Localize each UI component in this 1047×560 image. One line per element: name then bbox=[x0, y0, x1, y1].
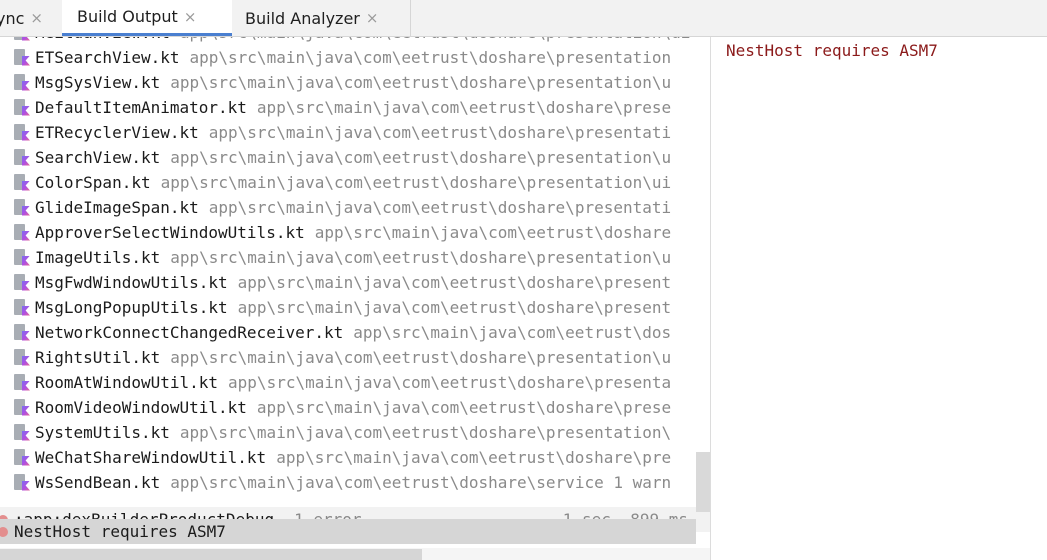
tab-build-output-label: Build Output bbox=[77, 7, 178, 26]
vertical-scrollbar[interactable] bbox=[696, 452, 710, 512]
file-path: app\src\main\java\com\eetrust\doshare\pr… bbox=[170, 248, 672, 267]
file-row[interactable]: RoomAtWindowUtil.kt app\src\main\java\com… bbox=[14, 370, 692, 395]
file-path: app\src\main\java\com\eetrust\doshare\pr… bbox=[208, 198, 672, 217]
file-name: ApproverSelectWindowUtils.kt bbox=[35, 223, 305, 242]
file-path: app\src\main\java\com\eetrust\doshare\pr… bbox=[276, 448, 672, 467]
file-path: app\src\main\java\com\eetrust\doshare\se… bbox=[170, 473, 672, 492]
error-row-label: NestHost requires ASM7 bbox=[14, 522, 226, 541]
file-path: app\src\main\java\com\eetrust\doshare\pr… bbox=[256, 398, 672, 417]
kotlin-file-icon bbox=[14, 173, 30, 192]
close-icon[interactable]: × bbox=[366, 9, 379, 27]
kotlin-file-icon bbox=[14, 73, 30, 92]
tab-build-analyzer-label: Build Analyzer bbox=[245, 8, 360, 28]
file-path: app\src\main\java\com\eetrust\doshare\pr… bbox=[237, 298, 672, 317]
file-name: RightsUtil.kt bbox=[35, 348, 161, 367]
tab-build-analyzer[interactable]: Build Analyzer × bbox=[232, 0, 412, 36]
kotlin-file-icon bbox=[14, 323, 30, 342]
kotlin-file-icon bbox=[14, 398, 30, 417]
file-name: MsgLongPopupUtils.kt bbox=[35, 298, 228, 317]
kotlin-file-icon bbox=[14, 123, 30, 142]
file-path: app\src\main\java\com\eetrust\doshare\pr… bbox=[256, 98, 672, 117]
file-name: ETRecyclerView.kt bbox=[35, 123, 199, 142]
file-path: app\src\main\java\com\eetrust\doshare\pr… bbox=[170, 148, 672, 167]
file-row[interactable]: MsgLongPopupUtils.kt app\src\main\java\co… bbox=[14, 295, 692, 320]
tab-build-output[interactable]: Build Output × bbox=[62, 0, 232, 36]
kotlin-file-icon bbox=[14, 423, 30, 442]
file-row[interactable]: RightsUtil.kt app\src\main\java\com\eetru… bbox=[14, 345, 692, 370]
tab-divider bbox=[410, 0, 411, 36]
file-name: ColorSpan.kt bbox=[35, 173, 151, 192]
file-row[interactable]: ApproverSelectWindowUtils.kt app\src\main… bbox=[14, 220, 692, 245]
error-icon bbox=[0, 526, 8, 537]
kotlin-file-icon bbox=[14, 223, 30, 242]
file-row[interactable]: ColorSpan.kt app\src\main\java\com\eetrus… bbox=[14, 170, 692, 195]
file-row[interactable]: SearchView.kt app\src\main\java\com\eetru… bbox=[14, 145, 692, 170]
file-path: app\src\main\java\com\eetrust\doshare bbox=[314, 223, 672, 242]
file-path: app\src\main\java\com\eetrust\doshare\pr… bbox=[180, 37, 691, 42]
tab-sync[interactable]: ync × bbox=[0, 0, 56, 36]
close-icon[interactable]: × bbox=[30, 9, 43, 27]
file-path: app\src\main\java\com\eetrust\doshare\pr… bbox=[208, 123, 672, 142]
file-name: ETSearchView.kt bbox=[35, 48, 180, 67]
close-icon[interactable]: × bbox=[184, 8, 197, 26]
kotlin-file-icon bbox=[14, 98, 30, 117]
error-detail-message: NestHost requires ASM7 bbox=[726, 41, 938, 60]
file-name: WeChatShareWindowUtil.kt bbox=[35, 448, 267, 467]
error-detail-panel: NestHost requires ASM7 bbox=[711, 37, 1047, 560]
file-name: MsgSysView.kt bbox=[35, 73, 161, 92]
file-row[interactable]: MsgSysView.kt app\src\main\java\com\eetru… bbox=[14, 70, 692, 95]
file-name: SearchView.kt bbox=[35, 148, 161, 167]
file-row[interactable]: MsgFwdWindowUtils.kt app\src\main\java\co… bbox=[14, 270, 692, 295]
kotlin-file-icon bbox=[14, 298, 30, 317]
file-path: app\src\main\java\com\eetrust\doshare\pr… bbox=[170, 348, 672, 367]
file-name: ImageUtils.kt bbox=[35, 248, 161, 267]
tab-sync-label: ync bbox=[0, 8, 25, 28]
file-row[interactable]: ETRecyclerView.kt app\src\main\java\com\e… bbox=[14, 120, 692, 145]
file-path: app\src\main\java\com\eetrust\doshare\pr… bbox=[179, 423, 672, 442]
kotlin-file-icon bbox=[14, 448, 30, 467]
kotlin-file-icon bbox=[14, 148, 30, 167]
file-name: RoomVideoWindowUtil.kt bbox=[35, 398, 247, 417]
file-name: SystemUtils.kt bbox=[35, 423, 170, 442]
file-path: app\src\main\java\com\eetrust\doshare\pr… bbox=[189, 48, 672, 67]
file-row[interactable]: WeChatShareWindowUtil.kt app\src\main\jav… bbox=[14, 445, 692, 470]
file-row[interactable]: SystemUtils.kt app\src\main\java\com\eetr… bbox=[14, 420, 692, 445]
file-row[interactable]: MeituanView.kt app\src\main\java\com\eetr… bbox=[14, 37, 692, 45]
kotlin-file-icon bbox=[14, 48, 30, 67]
file-name: MsgFwdWindowUtils.kt bbox=[35, 273, 228, 292]
kotlin-file-icon bbox=[14, 273, 30, 292]
kotlin-file-icon bbox=[14, 248, 30, 267]
file-name: DefaultItemAnimator.kt bbox=[35, 98, 247, 117]
kotlin-file-icon bbox=[14, 37, 30, 42]
file-name: MeituanView.kt bbox=[35, 37, 170, 42]
file-row[interactable]: RoomVideoWindowUtil.kt app\src\main\java\… bbox=[14, 395, 692, 420]
kotlin-file-icon bbox=[14, 373, 30, 392]
file-path: app\src\main\java\com\eetrust\dos bbox=[353, 323, 672, 342]
kotlin-file-icon bbox=[14, 198, 30, 217]
file-path: app\src\main\java\com\eetrust\doshare\pr… bbox=[170, 73, 672, 92]
file-path: app\src\main\java\com\eetrust\doshare\pr… bbox=[228, 373, 672, 392]
file-row[interactable]: ImageUtils.kt app\src\main\java\com\eetru… bbox=[14, 245, 692, 270]
file-row[interactable]: DefaultItemAnimator.kt app\src\main\java\… bbox=[14, 95, 692, 120]
file-path: app\src\main\java\com\eetrust\doshare\pr… bbox=[237, 273, 672, 292]
horizontal-scrollbar[interactable] bbox=[0, 549, 422, 560]
file-row[interactable]: WsSendBean.kt app\src\main\java\com\eetru… bbox=[14, 470, 692, 495]
file-name: GlideImageSpan.kt bbox=[35, 198, 199, 217]
file-name: NetworkConnectChangedReceiver.kt bbox=[35, 323, 344, 342]
file-name: RoomAtWindowUtil.kt bbox=[35, 373, 219, 392]
file-row[interactable]: ETSearchView.kt app\src\main\java\com\eet… bbox=[14, 45, 692, 70]
tool-window-tab-bar: ync × Build Output × Build Analyzer × bbox=[0, 0, 1047, 37]
file-path: app\src\main\java\com\eetrust\doshare\pr… bbox=[160, 173, 672, 192]
file-name: WsSendBean.kt bbox=[35, 473, 161, 492]
error-row-selected[interactable]: NestHost requires ASM7 bbox=[0, 519, 696, 544]
file-row[interactable]: NetworkConnectChangedReceiver.kt app\src\… bbox=[14, 320, 692, 345]
kotlin-file-icon bbox=[14, 348, 30, 367]
file-row[interactable]: GlideImageSpan.kt app\src\main\java\com\e… bbox=[14, 195, 692, 220]
kotlin-file-icon bbox=[14, 473, 30, 492]
build-output-tree[interactable]: MeituanView.kt app\src\main\java\com\eetr… bbox=[0, 37, 710, 560]
